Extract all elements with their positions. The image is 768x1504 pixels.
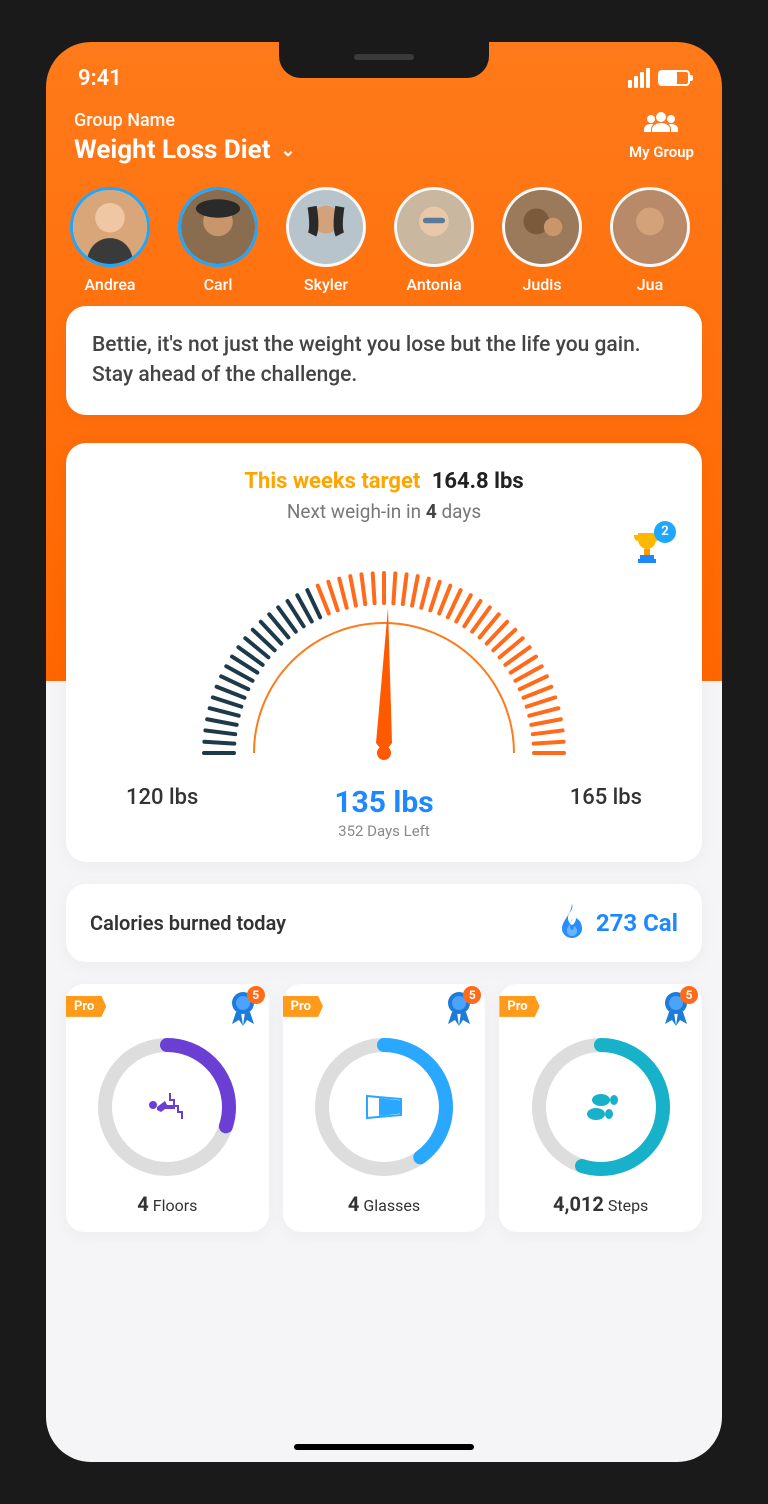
gauge-current: 135 lbs xyxy=(334,785,433,820)
metric-value-label: 4 Glasses xyxy=(293,1192,476,1216)
ribbon-icon: 5 xyxy=(660,990,692,1032)
target-card: This weeks target 164.8 lbs Next weigh-i… xyxy=(66,443,702,862)
footprints-icon xyxy=(526,1032,676,1182)
calories-value: 273 Cal xyxy=(596,909,678,937)
metric-value-label: 4 Floors xyxy=(76,1192,259,1216)
avatar xyxy=(502,187,582,267)
member-name: Andrea xyxy=(70,275,150,294)
avatar xyxy=(394,187,474,267)
calories-card[interactable]: Calories burned today 273 Cal xyxy=(66,884,702,962)
ribbon-badge: 5 xyxy=(463,986,481,1004)
progress-ring xyxy=(92,1032,242,1182)
group-name: Weight Loss Diet xyxy=(74,135,271,165)
target-label: This weeks target xyxy=(244,469,420,494)
ribbon-badge: 5 xyxy=(680,986,698,1004)
member-name: Antonia xyxy=(394,275,474,294)
avatar xyxy=(286,187,366,267)
gauge-max: 165 lbs xyxy=(570,785,642,840)
flame-icon xyxy=(558,904,586,942)
progress-ring xyxy=(526,1032,676,1182)
days-left: 352 Days Left xyxy=(334,822,433,840)
chevron-down-icon: ⌄ xyxy=(281,140,296,161)
ribbon-icon: 5 xyxy=(227,990,259,1032)
weight-gauge xyxy=(86,543,682,787)
metric-floors[interactable]: Pro 5 4 Floors xyxy=(66,984,269,1232)
gauge-min: 120 lbs xyxy=(126,785,198,840)
member-avatar[interactable]: Carl xyxy=(178,187,258,294)
group-selector[interactable]: Weight Loss Diet ⌄ xyxy=(74,135,296,165)
pro-tag: Pro xyxy=(283,996,323,1017)
metric-glasses[interactable]: Pro 5 4 Glasses xyxy=(283,984,486,1232)
stairs-icon xyxy=(92,1032,242,1182)
weighin-text: Next weigh-in in 4 days xyxy=(86,500,682,523)
my-group-button[interactable]: My Group xyxy=(629,110,694,161)
member-avatar[interactable]: Skyler xyxy=(286,187,366,294)
metric-value-label: 4,012 Steps xyxy=(509,1192,692,1216)
motivation-card: Bettie, it's not just the weight you los… xyxy=(66,306,702,415)
home-indicator[interactable] xyxy=(294,1444,474,1450)
content-area: Bettie, it's not just the weight you los… xyxy=(46,306,722,1262)
status-right xyxy=(628,68,690,88)
group-label: Group Name xyxy=(74,110,296,131)
member-name: Judis xyxy=(502,275,582,294)
phone-frame: 9:41 Group Name Weight Loss Diet ⌄ xyxy=(24,20,744,1484)
status-time: 9:41 xyxy=(78,66,122,91)
pro-tag: Pro xyxy=(499,996,539,1017)
members-row[interactable]: Andrea Carl Skyler Antonia xyxy=(46,173,722,312)
notch xyxy=(279,42,489,78)
calories-label: Calories burned today xyxy=(90,911,286,935)
group-icon xyxy=(629,110,694,141)
header: Group Name Weight Loss Diet ⌄ My Group xyxy=(46,98,722,173)
avatar xyxy=(70,187,150,267)
ribbon-icon: 5 xyxy=(443,990,475,1032)
signal-icon xyxy=(628,68,650,88)
member-avatar[interactable]: Antonia xyxy=(394,187,474,294)
avatar xyxy=(178,187,258,267)
member-avatar[interactable]: Judis xyxy=(502,187,582,294)
my-group-label: My Group xyxy=(629,143,694,161)
battery-icon xyxy=(658,70,690,86)
glass-icon xyxy=(309,1032,459,1182)
member-avatar[interactable]: Andrea xyxy=(70,187,150,294)
trophy-badge: 2 xyxy=(654,521,676,543)
member-name: Carl xyxy=(178,275,258,294)
screen: 9:41 Group Name Weight Loss Diet ⌄ xyxy=(46,42,722,1462)
metrics-row: Pro 5 4 Floors xyxy=(66,984,702,1232)
target-value: 164.8 lbs xyxy=(432,469,524,494)
progress-ring xyxy=(309,1032,459,1182)
ribbon-badge: 5 xyxy=(247,986,265,1004)
avatar xyxy=(610,187,690,267)
member-avatar[interactable]: Jua xyxy=(610,187,690,294)
motivation-text: Bettie, it's not just the weight you los… xyxy=(92,333,641,387)
metric-steps[interactable]: Pro 5 4,012 Steps xyxy=(499,984,702,1232)
member-name: Jua xyxy=(610,275,690,294)
pro-tag: Pro xyxy=(66,996,106,1017)
member-name: Skyler xyxy=(286,275,366,294)
